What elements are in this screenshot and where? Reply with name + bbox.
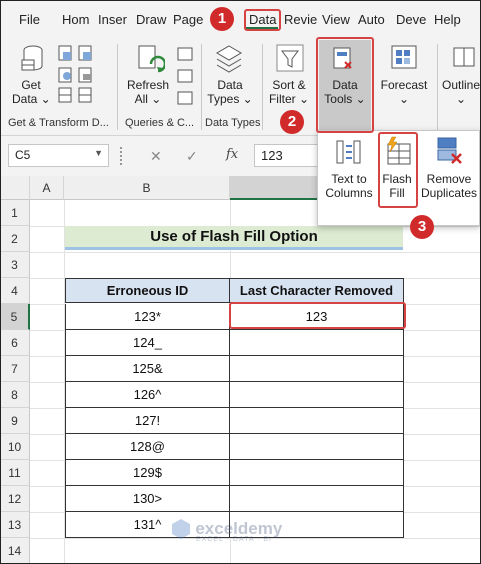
table-cell-result[interactable] — [230, 330, 404, 356]
table-cell-result[interactable] — [230, 356, 404, 382]
tab-view[interactable]: View — [322, 12, 350, 27]
formula-input[interactable]: 123 — [254, 144, 324, 167]
get-data-small-icons — [57, 44, 99, 106]
cancel-icon[interactable]: ✕ — [150, 148, 162, 165]
step-marker-2: 2 — [280, 110, 304, 134]
outline-button[interactable]: Outline ⌄ — [440, 78, 481, 106]
data-tools-highlight — [316, 37, 374, 133]
table-cell-id[interactable]: 127! — [65, 408, 230, 434]
row-header-7[interactable]: 7 — [0, 356, 30, 382]
row-header-11[interactable]: 11 — [0, 460, 30, 486]
exceldemy-watermark: exceldemy EXCEL · DATA · BI — [170, 518, 282, 543]
table-cell-id[interactable]: 130> — [65, 486, 230, 512]
table-cell-id[interactable]: 129$ — [65, 460, 230, 486]
exceldemy-logo-icon — [172, 519, 190, 539]
sort-filter-button[interactable]: Sort & Filter ⌄ — [266, 78, 312, 106]
row-header-9[interactable]: 9 — [0, 408, 30, 434]
table-cell-id[interactable]: 124_ — [65, 330, 230, 356]
database-icon — [21, 45, 43, 71]
flash-fill-highlight — [378, 132, 418, 208]
row-header-4[interactable]: 4 — [0, 278, 30, 304]
row-header-6[interactable]: 6 — [0, 330, 30, 356]
text-to-columns-icon — [336, 140, 361, 164]
sheet-title: Use of Flash Fill Option — [65, 226, 403, 250]
tab-review[interactable]: Revie — [284, 12, 317, 27]
remove-duplicates-button[interactable]: Remove Duplicates — [420, 172, 478, 200]
row-header-1[interactable]: 1 — [0, 200, 30, 226]
group-label-data-types: Data Types — [205, 117, 261, 129]
step-marker-3: 3 — [410, 215, 434, 239]
tab-developer[interactable]: Deve — [396, 12, 426, 27]
header-erroneous-id: Erroneous ID — [65, 278, 230, 303]
ribbon-tab-bar: File Hom Inser Draw Page Data Revie View… — [0, 0, 481, 38]
group-label-queries: Queries & C... — [125, 117, 195, 129]
column-header-b[interactable]: B — [64, 176, 230, 200]
forecast-icon — [391, 45, 417, 69]
column-header-a[interactable]: A — [30, 176, 64, 200]
group-label-get-transform: Get & Transform D... — [8, 117, 109, 129]
active-cell-c5[interactable] — [229, 302, 406, 329]
refresh-icon — [138, 45, 165, 73]
remove-duplicates-icon — [437, 137, 462, 164]
row-header-2[interactable]: 2 — [0, 226, 30, 252]
table-cell-result[interactable] — [230, 408, 404, 434]
tab-home[interactable]: Hom — [62, 12, 89, 27]
table-cell-id[interactable]: 123* — [65, 304, 230, 330]
table-cell-result[interactable] — [230, 382, 404, 408]
formula-bar-divider — [120, 147, 123, 165]
step-marker-1: 1 — [210, 7, 234, 31]
name-box[interactable]: C5 ▼ — [8, 144, 109, 167]
data-tab-highlight — [244, 9, 281, 31]
data-types-icon — [216, 45, 242, 73]
row-header-8[interactable]: 8 — [0, 382, 30, 408]
chevron-down-icon: ▼ — [94, 148, 103, 158]
tab-help[interactable]: Help — [434, 12, 461, 27]
tab-automate[interactable]: Auto — [358, 12, 385, 27]
table-cell-id[interactable]: 125& — [65, 356, 230, 382]
table-cell-result[interactable] — [230, 434, 404, 460]
row-header-14[interactable]: 14 — [0, 538, 30, 564]
get-data-button[interactable]: Get Data ⌄ — [12, 78, 51, 106]
enter-icon[interactable]: ✓ — [186, 148, 198, 165]
tab-draw[interactable]: Draw — [136, 12, 166, 27]
row-header-5[interactable]: 5 — [0, 304, 30, 330]
tab-page-layout[interactable]: Page — [173, 12, 203, 27]
tab-file[interactable]: File — [19, 12, 40, 27]
select-all-corner[interactable] — [0, 176, 30, 200]
filter-icon — [276, 44, 304, 72]
table-cell-result[interactable] — [230, 486, 404, 512]
forecast-button[interactable]: Forecast ⌄ — [378, 78, 430, 106]
text-to-columns-button[interactable]: Text to Columns — [320, 172, 378, 200]
queries-small-icons — [177, 47, 193, 105]
refresh-all-button[interactable]: Refresh All ⌄ — [126, 78, 170, 106]
insert-function-icon[interactable]: fx — [226, 147, 238, 162]
data-types-button[interactable]: Data Types ⌄ — [206, 78, 254, 106]
table-cell-result[interactable] — [230, 460, 404, 486]
row-header-12[interactable]: 12 — [0, 486, 30, 512]
header-last-character-removed: Last Character Removed — [230, 278, 404, 303]
row-header-10[interactable]: 10 — [0, 434, 30, 460]
tab-insert[interactable]: Inser — [98, 12, 127, 27]
table-cell-id[interactable]: 128@ — [65, 434, 230, 460]
row-header-3[interactable]: 3 — [0, 252, 30, 278]
outline-icon — [453, 47, 475, 67]
table-cell-id[interactable]: 126^ — [65, 382, 230, 408]
row-header-13[interactable]: 13 — [0, 512, 30, 538]
